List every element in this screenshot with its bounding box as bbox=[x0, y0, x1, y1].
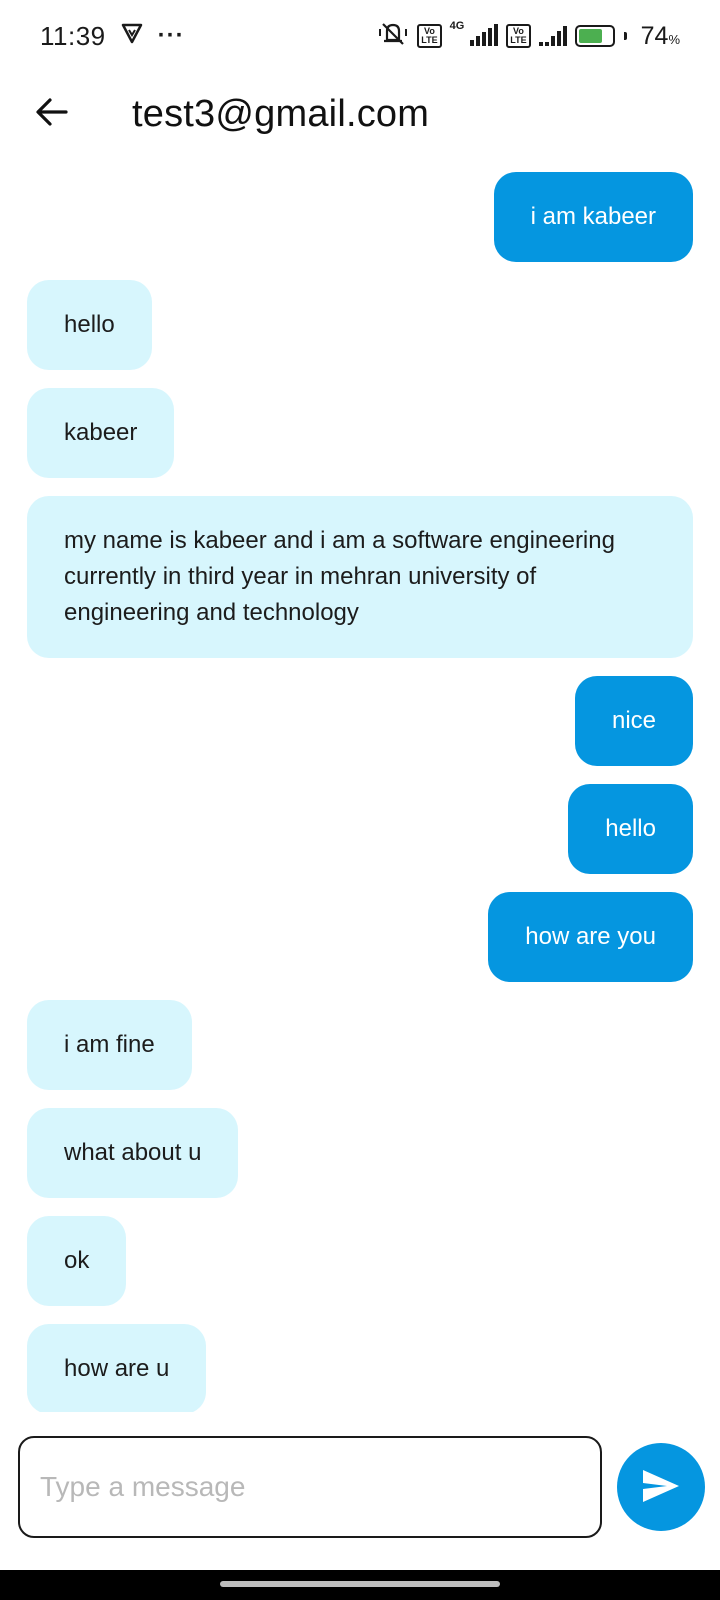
battery-nub bbox=[623, 32, 627, 40]
system-nav-bar bbox=[0, 1570, 720, 1600]
message-sent[interactable]: nice bbox=[574, 676, 693, 766]
message-received[interactable]: what about u bbox=[27, 1108, 239, 1198]
signal-strength-icon-2 bbox=[538, 26, 567, 46]
message-received[interactable]: kabeer bbox=[27, 388, 175, 478]
message-received[interactable]: ok bbox=[27, 1216, 127, 1306]
message-received[interactable]: how are u bbox=[27, 1324, 207, 1412]
arrow-back-icon bbox=[35, 97, 69, 132]
status-bar: 11:39 ··· Vo LTE 4G Vo LTE 74% bbox=[0, 0, 720, 72]
message-sent[interactable]: hello bbox=[568, 784, 693, 874]
message-received[interactable]: my name is kabeer and i am a software en… bbox=[27, 496, 693, 658]
send-icon bbox=[641, 1468, 681, 1507]
chat-title: test3@gmail.com bbox=[132, 92, 430, 135]
battery-percent: 74% bbox=[640, 21, 680, 50]
message-composer bbox=[0, 1412, 720, 1552]
message-sent[interactable]: how are you bbox=[488, 892, 693, 982]
signal-strength-icon bbox=[470, 24, 499, 46]
vpn-shield-icon bbox=[120, 21, 144, 52]
send-button[interactable] bbox=[617, 1443, 705, 1531]
message-received[interactable]: i am fine bbox=[27, 1000, 192, 1090]
message-input[interactable] bbox=[18, 1436, 602, 1538]
message-list[interactable]: i am kabeer hello kabeer my name is kabe… bbox=[0, 156, 720, 1412]
app-bar: test3@gmail.com bbox=[0, 72, 720, 156]
volte-icon-2: Vo LTE bbox=[506, 24, 531, 48]
home-gesture-handle[interactable] bbox=[220, 1581, 500, 1587]
volte-icon: Vo LTE bbox=[417, 24, 442, 48]
battery-icon bbox=[574, 25, 615, 47]
battery-level bbox=[578, 29, 603, 43]
network-type: 4G bbox=[449, 19, 465, 32]
chat-screen: 11:39 ··· Vo LTE 4G Vo LTE 74% test3@gma… bbox=[0, 0, 720, 1600]
status-time: 11:39 bbox=[40, 20, 106, 51]
vibrate-icon bbox=[377, 20, 409, 53]
more-notifications-icon: ··· bbox=[157, 22, 185, 49]
message-received[interactable]: hello bbox=[27, 280, 152, 370]
message-sent[interactable]: i am kabeer bbox=[493, 172, 693, 262]
back-button[interactable] bbox=[24, 86, 80, 142]
